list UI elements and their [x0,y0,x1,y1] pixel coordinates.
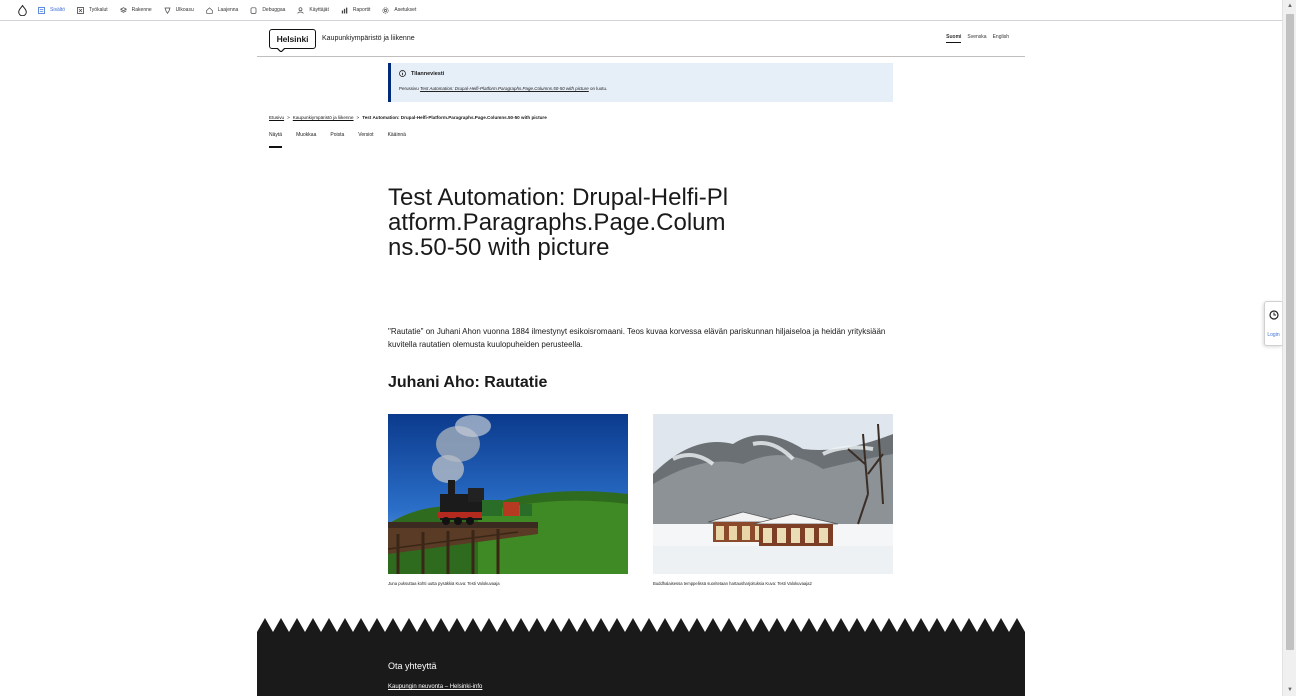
columns-title: Juhani Aho: Rautatie [388,374,548,391]
status-message: Tilanneviesti Perussivu Test Automation:… [388,63,893,102]
lang-en[interactable]: English [993,34,1009,43]
info-icon [399,70,406,77]
toolbar-item-tools[interactable]: Työkalut [77,6,108,14]
breadcrumb-parent[interactable]: Kaupunkiympäristö ja liikenne [293,115,354,120]
page-scrollbar[interactable]: ▲ ▼ [1282,0,1296,696]
toolbar-item-appearance[interactable]: Ulkoasu [164,7,194,14]
settings-icon [382,6,389,14]
lead-paragraph: "Rautatie" on Juhani Ahon vuonna 1884 il… [388,327,886,349]
tab-translate[interactable]: Kääinnä [388,132,406,148]
content-icon [38,6,45,14]
logo-notch-icon [277,48,285,52]
figure-caption: Buddhalaisessa temppelissä suoritetaan h… [653,581,812,586]
debug-icon [250,6,257,14]
login-side-tab[interactable]: Login [1264,301,1282,346]
tab-delete[interactable]: Poista [330,132,344,148]
local-tasks: Näytä Muokkaa Poista Versiot Kääinnä [269,132,406,148]
lang-sv[interactable]: Svenska [967,34,986,43]
toolbar-item-label: Käyttäjät [309,7,329,13]
drupal-drop-icon[interactable] [16,4,28,16]
toolbar-item-users[interactable]: Käyttäjät [297,6,329,14]
toolbar-item-structure[interactable]: Rakenne [119,6,152,14]
toolbar-item-debug[interactable]: Debuggaa [250,6,286,14]
tools-icon [77,6,84,14]
scroll-down-icon[interactable]: ▼ [1286,686,1294,694]
toolbar-item-label: Rakenne [131,7,152,13]
toolbar-item-label: Sisältö [50,7,66,13]
page-title: Test Automation: Drupal-Helfi-Platform.P… [388,184,729,261]
footer-contact-link[interactable]: Kaupungin neuvonta – Helsinki-info [388,684,482,690]
breadcrumb-separator: > [287,115,290,120]
tab-revisions[interactable]: Versiot [358,132,373,148]
breadcrumb-current: Test Automation: Drupal-Helfi-Platform.P… [362,115,547,120]
toolbar-item-label: Asetukset [394,7,417,13]
admin-toolbar: Sisältö Työkalut Rakenne Ulkoasu Laajenn… [0,0,1282,21]
status-link[interactable]: Test Automation: Drupal-Helfi-Platform.P… [420,86,589,91]
footer-title: Ota yhteyttä [388,661,437,671]
breadcrumb: Etusivu > Kaupunkiympäristö ja liikenne … [269,115,547,120]
status-suffix: on luotu. [590,86,608,91]
status-body: Perussivu Test Automation: Drupal-Helfi-… [399,86,885,91]
structure-icon [119,6,127,14]
scroll-thumb[interactable] [1286,14,1294,650]
extend-icon [206,6,213,14]
scroll-up-icon[interactable]: ▲ [1286,2,1294,10]
status-title-row: Tilanneviesti [399,70,885,77]
login-label: Login [1267,332,1280,338]
site-header: Helsinki Kaupunkiympäristö ja liikenne S… [257,22,1025,57]
toolbar-item-label: Debuggaa [262,7,286,13]
toolbar-item-content[interactable]: Sisältö [38,6,66,14]
footer-body [257,632,1025,696]
tab-view[interactable]: Näytä [269,132,283,148]
users-icon [297,6,304,14]
breadcrumb-home[interactable]: Etusivu [269,115,284,120]
site-name: Kaupunkiympäristö ja liikenne [322,35,415,42]
login-icon [1268,307,1279,325]
toolbar-item-reports[interactable]: Raportit [341,7,371,14]
logo-text: Helsinki [276,34,309,44]
figure-left: Juna puksuttaa kohti uutta pysäkkiä Kuva… [388,414,628,586]
status-title: Tilanneviesti [411,70,445,77]
toolbar-item-label: Laajenna [217,7,239,13]
toolbar-item-label: Ulkoasu [175,7,194,13]
toolbar-item-label: Raportit [352,7,371,13]
language-switcher: Suomi Svenska English [946,34,1009,43]
site-footer: Ota yhteyttä Kaupungin neuvonta – Helsin… [257,618,1025,696]
train-image [388,414,628,574]
helsinki-logo[interactable]: Helsinki [269,29,316,49]
toolbar-item-extend[interactable]: Laajenna [206,6,239,14]
figure-caption: Juna puksuttaa kohti uutta pysäkkiä Kuva… [388,581,500,586]
appearance-icon [164,7,171,14]
status-prefix: Perussivu [399,86,419,91]
figure-right: Buddhalaisessa temppelissä suoritetaan h… [653,414,893,586]
reports-icon [341,7,348,14]
breadcrumb-separator: > [356,115,360,120]
lang-fi[interactable]: Suomi [946,34,962,43]
tab-edit[interactable]: Muokkaa [296,132,316,148]
temple-image [653,414,893,574]
toolbar-item-label: Työkalut [89,7,108,13]
toolbar-item-settings[interactable]: Asetukset [382,6,417,14]
